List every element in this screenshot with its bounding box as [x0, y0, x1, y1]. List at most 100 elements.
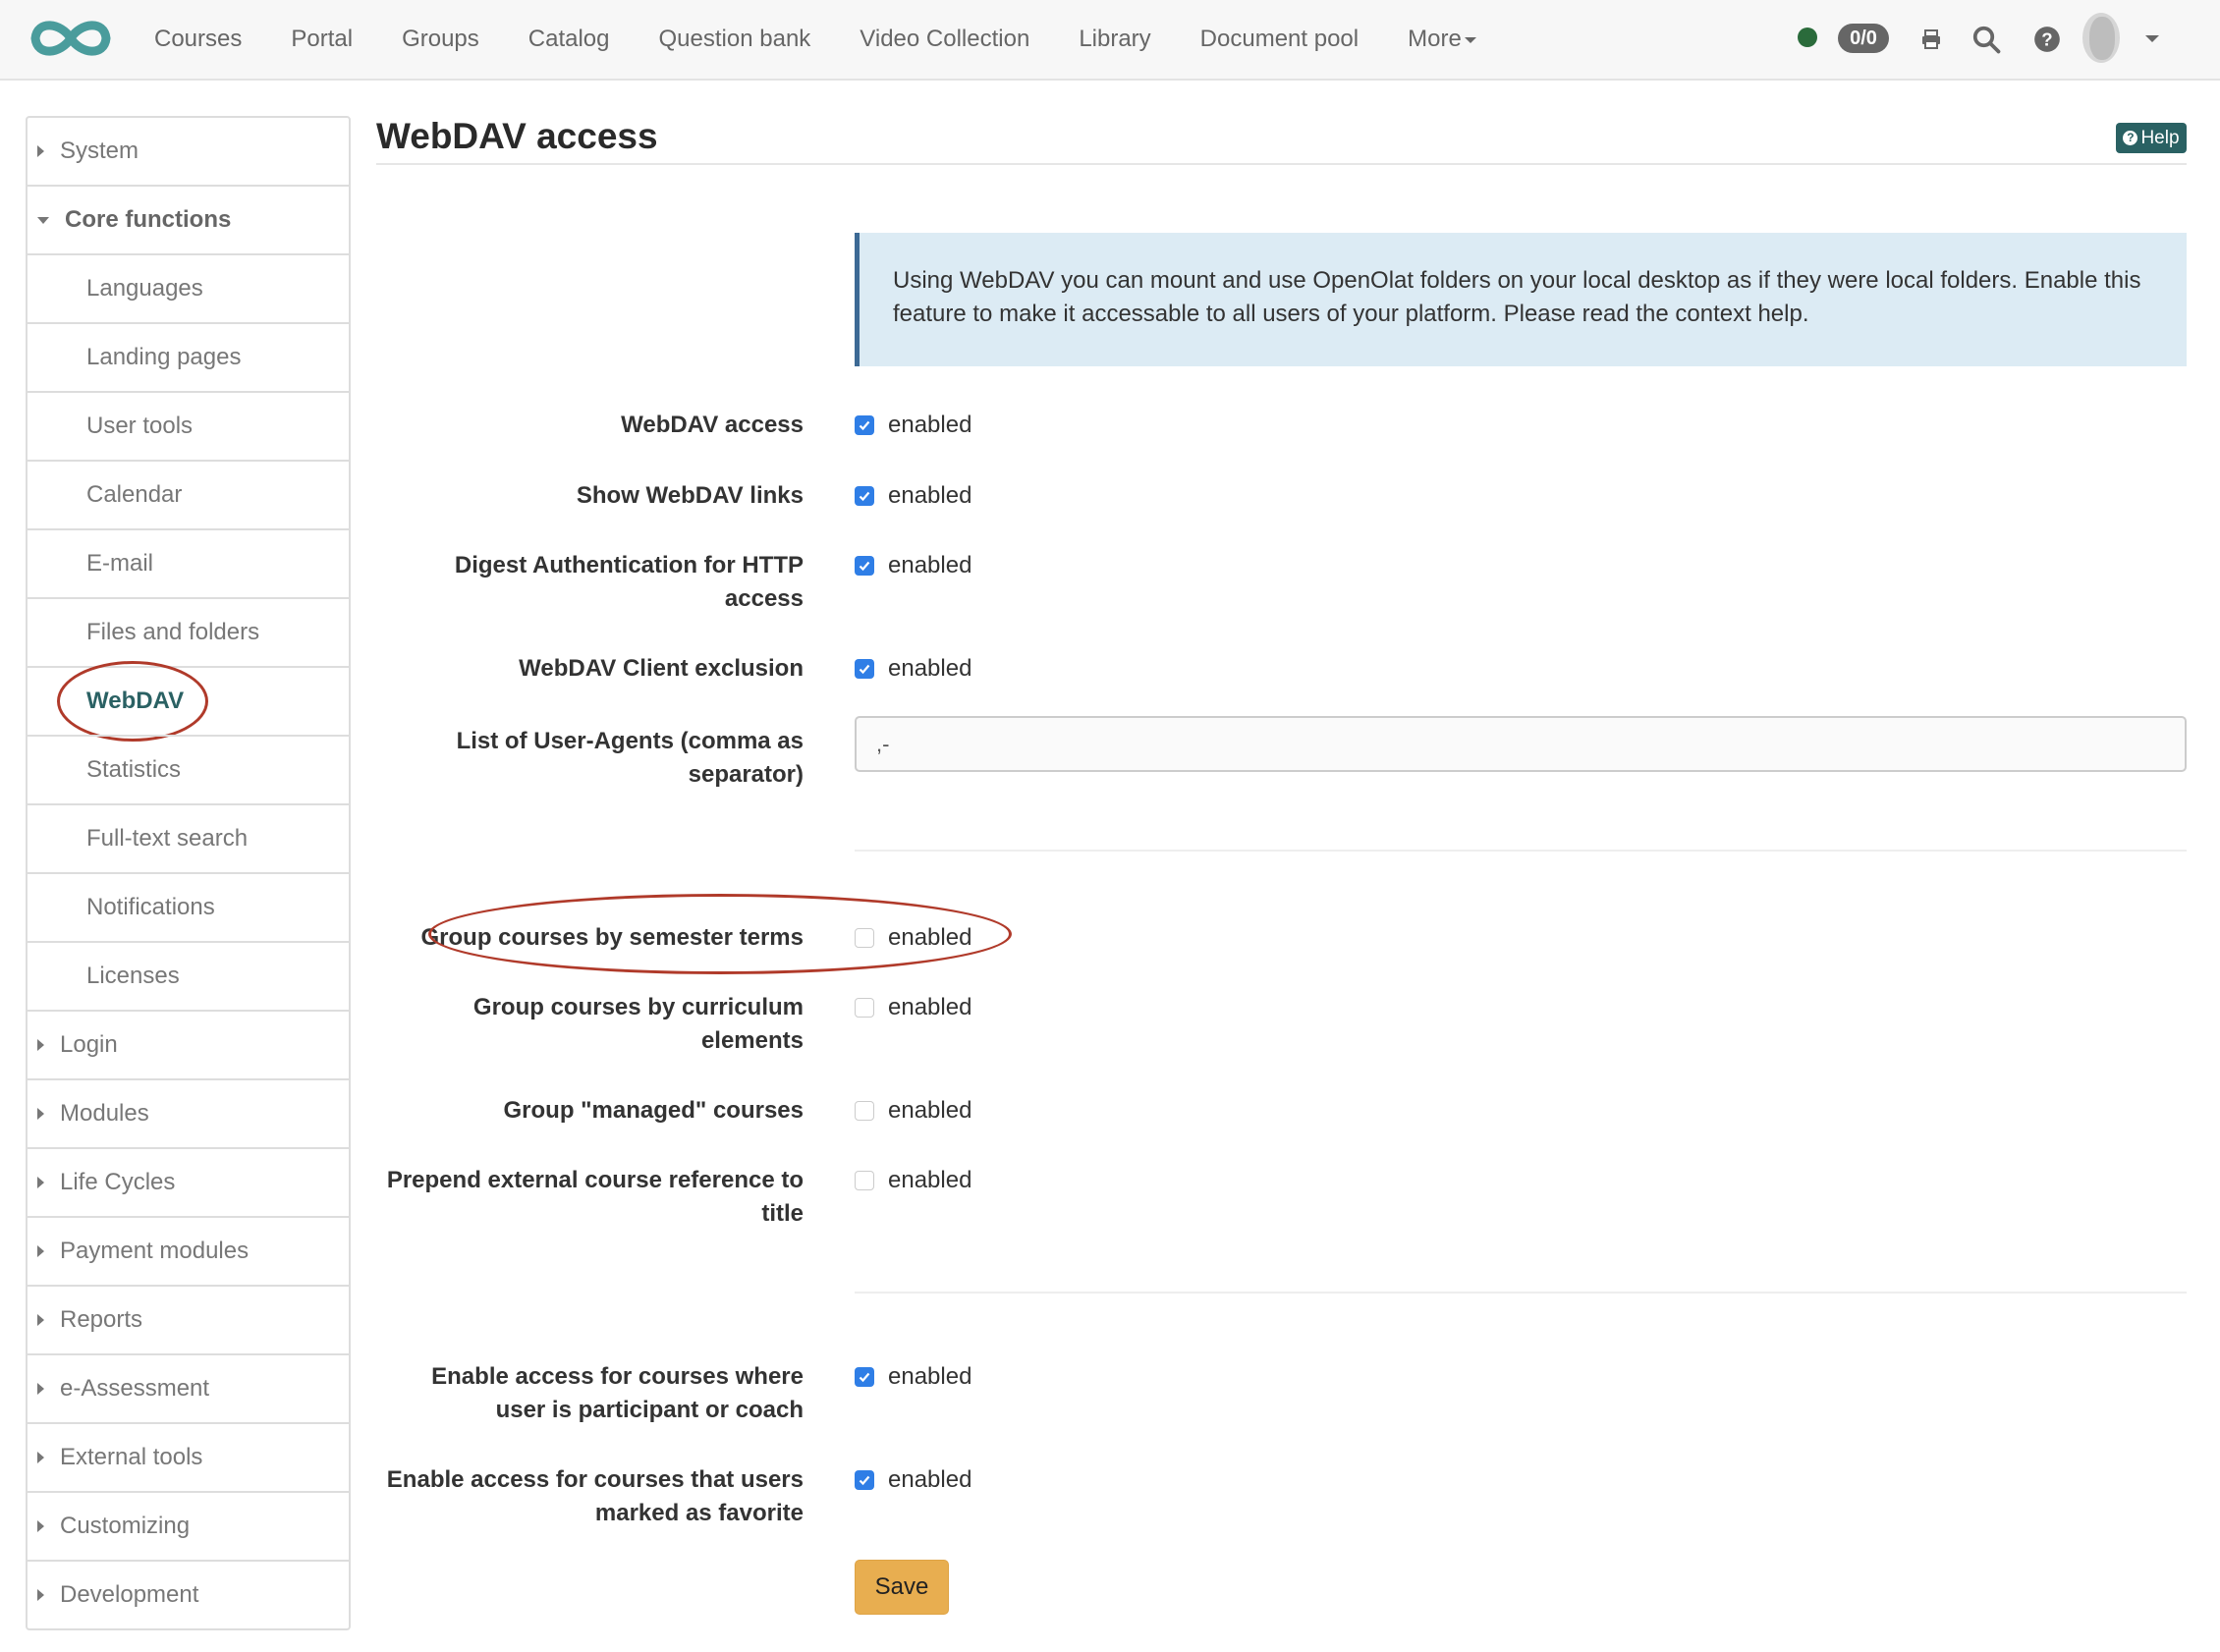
- sidebar-item-development[interactable]: Development: [28, 1560, 349, 1628]
- checkbox-label: enabled: [888, 1167, 972, 1193]
- show-webdav-links-checkbox[interactable]: enabled: [855, 479, 971, 513]
- webdav-client-exclusion-checkbox[interactable]: enabled: [855, 652, 971, 686]
- access-favorite-checkbox[interactable]: enabled: [855, 1463, 971, 1497]
- nav-document-pool[interactable]: Document pool: [1200, 26, 1359, 53]
- caret-right-icon: [37, 1177, 44, 1188]
- sidebar-item-label: External tools: [60, 1444, 203, 1470]
- sidebar-item-notifications[interactable]: Notifications: [28, 872, 349, 941]
- page-title: WebDAV access: [376, 116, 658, 156]
- checkbox-checked-icon[interactable]: [855, 659, 874, 679]
- sidebar-item-label: Reports: [60, 1306, 143, 1333]
- sidebar-item-full-text-search[interactable]: Full-text search: [28, 803, 349, 872]
- help-icon[interactable]: ?: [2029, 22, 2065, 57]
- sidebar-item-webdav[interactable]: WebDAV: [28, 661, 349, 742]
- nav-courses[interactable]: Courses: [154, 26, 242, 53]
- nav-library[interactable]: Library: [1079, 26, 1150, 53]
- sidebar-item-files-and-folders[interactable]: Files and folders: [28, 597, 349, 666]
- sidebar-item-label: Payment modules: [60, 1238, 250, 1264]
- sidebar-item-payment-modules[interactable]: Payment modules: [28, 1216, 349, 1285]
- caret-right-icon: [37, 145, 44, 157]
- caret-down-icon: [1464, 36, 1476, 43]
- access-participant-coach-checkbox[interactable]: enabled: [855, 1360, 971, 1394]
- sidebar-item-label: Licenses: [86, 963, 180, 989]
- print-icon[interactable]: [1914, 22, 1949, 57]
- checkbox-unchecked-icon[interactable]: [855, 1101, 874, 1121]
- sidebar-item-system[interactable]: System: [28, 118, 349, 185]
- sidebar-item-statistics[interactable]: Statistics: [28, 735, 349, 803]
- nav-catalog[interactable]: Catalog: [528, 26, 610, 53]
- webdav-access-checkbox[interactable]: enabled: [855, 409, 971, 442]
- checkbox-unchecked-icon[interactable]: [855, 928, 874, 948]
- sidebar-item-customizing[interactable]: Customizing: [28, 1491, 349, 1560]
- sidebar-item-email[interactable]: E-mail: [28, 528, 349, 597]
- sidebar-item-landing-pages[interactable]: Landing pages: [28, 322, 349, 391]
- user-avatar[interactable]: [2082, 13, 2120, 63]
- digest-authentication-checkbox[interactable]: enabled: [855, 549, 971, 582]
- sidebar-item-label: E-mail: [86, 550, 154, 577]
- group-by-semester-checkbox[interactable]: enabled: [855, 921, 971, 955]
- nav-groups[interactable]: Groups: [402, 26, 479, 53]
- checkbox-checked-icon[interactable]: [855, 486, 874, 506]
- nav-video-collection[interactable]: Video Collection: [860, 26, 1029, 53]
- chat-count-badge[interactable]: 0/0: [1838, 24, 1889, 53]
- nav-question-bank[interactable]: Question bank: [659, 26, 811, 53]
- openolat-logo-icon[interactable]: [26, 14, 116, 63]
- sidebar-item-user-tools[interactable]: User tools: [28, 391, 349, 460]
- caret-right-icon: [37, 1245, 44, 1257]
- sidebar-item-label: Life Cycles: [60, 1169, 176, 1195]
- sidebar-item-label: Files and folders: [86, 619, 260, 645]
- sidebar-item-external-tools[interactable]: External tools: [28, 1422, 349, 1491]
- top-navigation-bar: Courses Portal Groups Catalog Question b…: [0, 0, 2220, 81]
- checkbox-label: enabled: [888, 1097, 972, 1124]
- sidebar-item-calendar[interactable]: Calendar: [28, 460, 349, 528]
- search-icon[interactable]: [1969, 22, 2004, 57]
- field-label: Digest Authentication for HTTP access: [454, 552, 804, 612]
- checkbox-label: enabled: [888, 552, 972, 578]
- sidebar-item-e-assessment[interactable]: e-Assessment: [28, 1353, 349, 1422]
- sidebar-item-core-functions[interactable]: Core functions: [28, 185, 349, 253]
- checkbox-checked-icon[interactable]: [855, 556, 874, 576]
- group-managed-courses-checkbox[interactable]: enabled: [855, 1094, 971, 1128]
- checkbox-checked-icon[interactable]: [855, 1470, 874, 1490]
- checkbox-label: enabled: [888, 482, 972, 509]
- online-status-icon[interactable]: [1798, 28, 1817, 47]
- sidebar-item-label: WebDAV: [86, 688, 185, 714]
- user-menu-chevron-down-icon[interactable]: [2145, 35, 2159, 42]
- field-label: Group "managed" courses: [503, 1097, 805, 1124]
- save-button[interactable]: Save: [855, 1560, 949, 1615]
- caret-down-icon: [37, 216, 49, 224]
- sidebar-item-label: Full-text search: [86, 825, 249, 852]
- caret-right-icon: [37, 1039, 44, 1051]
- sidebar-item-label: Customizing: [60, 1513, 191, 1539]
- checkbox-unchecked-icon[interactable]: [855, 1171, 874, 1190]
- sidebar-item-life-cycles[interactable]: Life Cycles: [28, 1147, 349, 1216]
- caret-right-icon: [37, 1314, 44, 1326]
- help-button[interactable]: ? Help: [2116, 123, 2187, 153]
- sidebar-item-label: Landing pages: [86, 344, 242, 370]
- field-label: Enable access for courses where user is …: [431, 1363, 804, 1423]
- checkbox-checked-icon[interactable]: [855, 1367, 874, 1387]
- sidebar-item-label: User tools: [86, 413, 194, 439]
- svg-text:?: ?: [2041, 28, 2052, 49]
- section-divider: [855, 850, 2187, 852]
- checkbox-checked-icon[interactable]: [855, 415, 874, 435]
- sidebar-item-licenses[interactable]: Licenses: [28, 941, 349, 1010]
- checkbox-label: enabled: [888, 412, 972, 438]
- checkbox-unchecked-icon[interactable]: [855, 998, 874, 1018]
- sidebar-item-label: Calendar: [86, 481, 183, 508]
- sidebar-item-label: System: [60, 138, 139, 164]
- nav-portal[interactable]: Portal: [291, 26, 353, 53]
- nav-more[interactable]: More: [1408, 26, 1476, 53]
- prepend-external-reference-checkbox[interactable]: enabled: [855, 1164, 971, 1197]
- admin-sidebar: System Core functions Languages Landing …: [26, 116, 351, 1630]
- sidebar-item-label: e-Assessment: [60, 1375, 210, 1402]
- sidebar-item-login[interactable]: Login: [28, 1010, 349, 1078]
- field-label: Prepend external course reference to tit…: [386, 1167, 804, 1227]
- user-agents-input[interactable]: ,-: [855, 716, 2187, 772]
- sidebar-item-languages[interactable]: Languages: [28, 253, 349, 322]
- sidebar-item-reports[interactable]: Reports: [28, 1285, 349, 1353]
- sidebar-item-modules[interactable]: Modules: [28, 1078, 349, 1147]
- sidebar-item-label: Development: [60, 1581, 199, 1608]
- checkbox-label: enabled: [888, 1466, 972, 1493]
- group-by-curriculum-checkbox[interactable]: enabled: [855, 991, 971, 1024]
